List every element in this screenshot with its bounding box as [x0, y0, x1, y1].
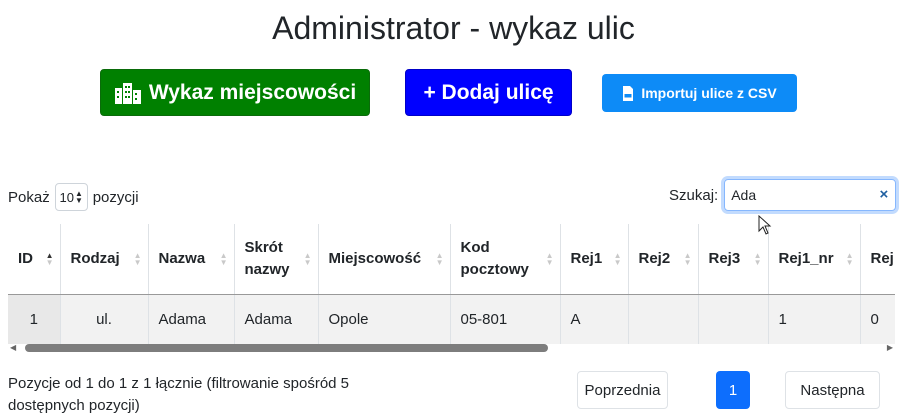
select-arrows-icon: ▲ ▼ — [74, 189, 83, 205]
table-cell — [627, 294, 698, 344]
sort-icon: ▲ ▼ — [545, 250, 554, 267]
page-title: Administrator - wykaz ulic — [272, 10, 635, 46]
csv-file-icon — [622, 85, 634, 101]
streets-table: ID ▲ ▼ Rodzaj ▲ ▼ Nazwa ▲ ▼ Skrót nazwy ▲ ▼ Miej… — [8, 224, 895, 344]
page-length-value: 10 — [59, 189, 74, 205]
sort-icon: ▲ ▼ — [753, 250, 762, 267]
table-cell: 1 — [767, 294, 860, 344]
towns-list-label: Wykaz miejscowości — [148, 80, 357, 104]
table-cell: Opole — [317, 294, 450, 344]
sort-icon: ▲ ▼ — [435, 250, 444, 267]
column-header-type[interactable]: Rodzaj ▲ ▼ — [59, 224, 148, 295]
scroll-right-icon[interactable]: ▶ — [887, 343, 893, 352]
column-header-rej[interactable]: Rej — [859, 224, 895, 295]
text-cursor-icon — [758, 214, 772, 242]
towns-list-button[interactable]: Wykaz miejscowości — [100, 69, 370, 116]
next-page-button[interactable]: Następna — [785, 371, 880, 409]
previous-page-button[interactable]: Poprzednia — [577, 371, 668, 409]
sort-icon: ▲ ▼ — [219, 250, 228, 267]
add-street-label: + Dodaj ulicę — [423, 80, 554, 104]
sort-icon: ▲ ▼ — [133, 250, 142, 267]
current-page-button[interactable]: 1 — [716, 371, 750, 409]
page-length-prefix: Pokaż — [8, 188, 50, 206]
table-cell — [697, 294, 768, 344]
page-length-suffix: pozycji — [92, 188, 139, 206]
column-header-short-name[interactable]: Skrót nazwy ▲ ▼ — [233, 224, 318, 295]
page-length-control: Pokaż 10 ▲ ▼ pozycji — [8, 183, 139, 211]
import-csv-button[interactable]: Importuj ulice z CSV — [602, 74, 797, 112]
sort-icon: ▲ ▼ — [303, 250, 312, 267]
table-cell: ul. — [59, 294, 148, 344]
column-header-rej1-nr[interactable]: Rej1_nr ▲ ▼ — [767, 224, 860, 295]
column-header-name[interactable]: Nazwa ▲ ▼ — [147, 224, 234, 295]
table-cell: Adama — [233, 294, 318, 344]
search-value: Ada — [731, 187, 757, 203]
sort-icon: ▲ ▼ — [845, 250, 854, 267]
page-length-select[interactable]: 10 ▲ ▼ — [54, 183, 88, 211]
column-header-id[interactable]: ID ▲ ▼ — [8, 224, 60, 295]
search-label: Szukaj: — [669, 186, 719, 204]
table-cell: Adama — [147, 294, 234, 344]
horizontal-scrollbar[interactable]: ◀ ▶ — [8, 343, 895, 352]
column-header-rej1[interactable]: Rej1 ▲ ▼ — [559, 224, 628, 295]
add-street-button[interactable]: + Dodaj ulicę — [405, 69, 572, 116]
sort-icon: ▲ ▼ — [613, 250, 622, 267]
column-header-town[interactable]: Miejscowość ▲ ▼ — [317, 224, 450, 295]
sort-asc-icon: ▲ ▼ — [45, 250, 54, 267]
table-cell: 1 — [8, 294, 60, 344]
table-cell: A — [559, 294, 628, 344]
scroll-left-icon[interactable]: ◀ — [10, 343, 16, 352]
sort-icon: ▲ ▼ — [683, 250, 692, 267]
table-row[interactable]: 1 ul. Adama Adama Opole 05-801 A 1 0 — [8, 294, 895, 344]
city-icon — [114, 82, 142, 104]
clear-search-icon[interactable]: × — [879, 186, 888, 203]
search-input[interactable]: Ada × — [724, 179, 897, 211]
column-header-postal-code[interactable]: Kod pocztowy ▲ ▼ — [449, 224, 560, 295]
import-csv-label: Importuj ulice z CSV — [641, 85, 777, 101]
column-header-rej2[interactable]: Rej2 ▲ ▼ — [627, 224, 698, 295]
table-cell: 05-801 — [449, 294, 560, 344]
table-info: Pozycje od 1 do 1 z 1 łącznie (filtrowan… — [8, 375, 350, 414]
scrollbar-thumb[interactable] — [25, 344, 548, 352]
streets-table-wrapper: ID ▲ ▼ Rodzaj ▲ ▼ Nazwa ▲ ▼ Skrót nazwy ▲ ▼ Miej… — [8, 224, 895, 344]
search-control: Szukaj: Ada × — [669, 179, 897, 211]
table-cell: 0 — [859, 294, 895, 344]
